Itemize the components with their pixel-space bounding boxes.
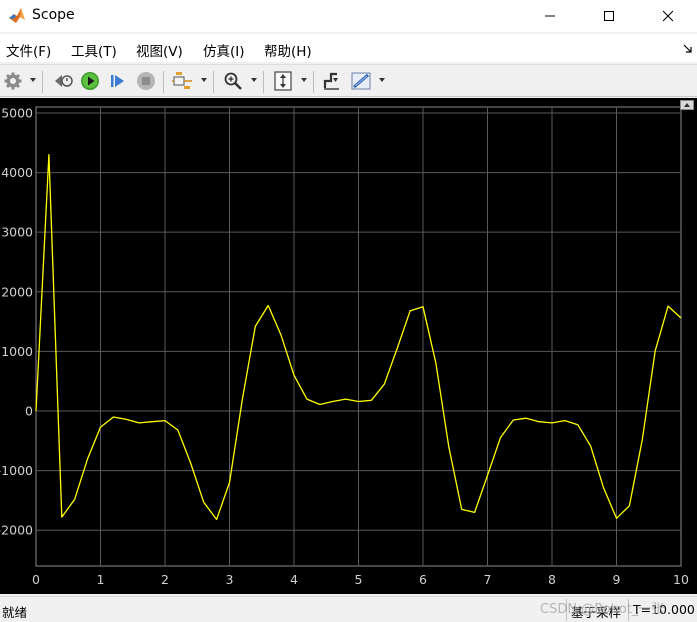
x-tick-label: 7 [484,572,492,587]
x-tick-label: 3 [226,572,234,587]
status-ready: 就绪 [2,605,28,620]
x-tick-label: 4 [290,572,298,587]
zoom-button[interactable] [221,69,245,93]
toolbar [0,64,697,97]
measurements-button[interactable] [348,69,374,93]
x-tick-label: 9 [613,572,621,587]
step-forward-icon [111,75,124,87]
y-tick-label: 0 [25,404,33,419]
run-icon [81,72,99,90]
scale-dropdown-arrow[interactable] [301,78,307,82]
settings-button[interactable] [2,69,24,93]
pin-arrow-icon[interactable] [683,44,693,54]
x-tick-label: 8 [548,572,556,587]
toolbar-separator [263,71,264,93]
step-forward-button[interactable] [107,69,129,93]
status-bar: 就绪 基于采样 T=10.000 [0,596,697,622]
toolbar-separator [163,71,164,93]
minimize-button[interactable] [527,0,573,32]
settings-dropdown-arrow[interactable] [30,78,36,82]
measurement-icon [351,72,371,90]
menu-view[interactable]: 视图(V) [136,40,183,60]
matlab-logo-icon [9,8,25,23]
y-tick-label: 5000 [1,105,33,120]
scope-display[interactable]: 0 1 2 3 4 5 6 7 8 9 10 5000 4000 3000 2000 1000 0 -1000 -2… [0,98,697,594]
maximize-button[interactable] [586,0,632,32]
zoom-dropdown-arrow[interactable] [251,78,257,82]
toolbar-separator [213,71,214,93]
window-title: Scope [32,7,75,23]
x-tick-label: 1 [97,572,105,587]
menu-bar: 文件(F) 工具(T) 视图(V) 仿真(I) 帮助(H) [0,34,697,62]
minimize-icon [545,15,555,17]
menu-simulation[interactable]: 仿真(I) [203,40,245,60]
menu-help[interactable]: 帮助(H) [264,40,312,60]
y-tick-label: 3000 [1,225,33,240]
x-tick-label: 5 [355,572,363,587]
y-tick-label: 4000 [1,165,33,180]
maximize-icon [604,11,614,21]
x-tick-label: 6 [419,572,427,587]
title-bar: Scope [0,0,697,32]
triggers-button[interactable] [320,69,344,93]
x-tick-label: 10 [673,572,689,587]
stop-button[interactable] [135,69,157,93]
step-back-button[interactable] [51,69,75,93]
scale-axes-icon [274,71,292,91]
toolbar-separator [42,71,43,93]
close-button[interactable] [645,0,691,32]
zoom-in-icon [224,72,242,90]
close-icon [662,10,674,22]
signal-dropdown-arrow[interactable] [201,78,207,82]
x-tick-label: 2 [161,572,169,587]
settings-gear-icon [4,72,22,90]
run-button[interactable] [79,69,101,93]
step-back-icon [55,75,73,87]
triggers-icon [323,72,339,90]
x-tick-label: 0 [32,572,40,587]
status-sim-time: T=10.000 [628,599,697,621]
status-sample-mode: 基于采样 [566,599,625,621]
measurement-dropdown-arrow[interactable] [379,78,385,82]
y-tick-label: 1000 [1,344,33,359]
stop-icon [137,72,155,90]
y-tick-label: 2000 [1,284,33,299]
undock-axes-icon[interactable] [680,100,694,110]
menu-tools[interactable]: 工具(T) [71,40,117,60]
signal-selection-icon [172,72,192,89]
toolbar-separator [313,71,314,93]
signal-selection-button[interactable] [171,69,195,93]
menu-file[interactable]: 文件(F) [6,40,51,60]
scope-plot: 0 1 2 3 4 5 6 7 8 9 10 5000 4000 3000 2000 1000 0 -1000 -2… [0,105,689,587]
y-tick-label: -1000 [0,463,33,478]
scale-axes-button[interactable] [271,69,295,93]
y-tick-label: -2000 [0,523,33,538]
